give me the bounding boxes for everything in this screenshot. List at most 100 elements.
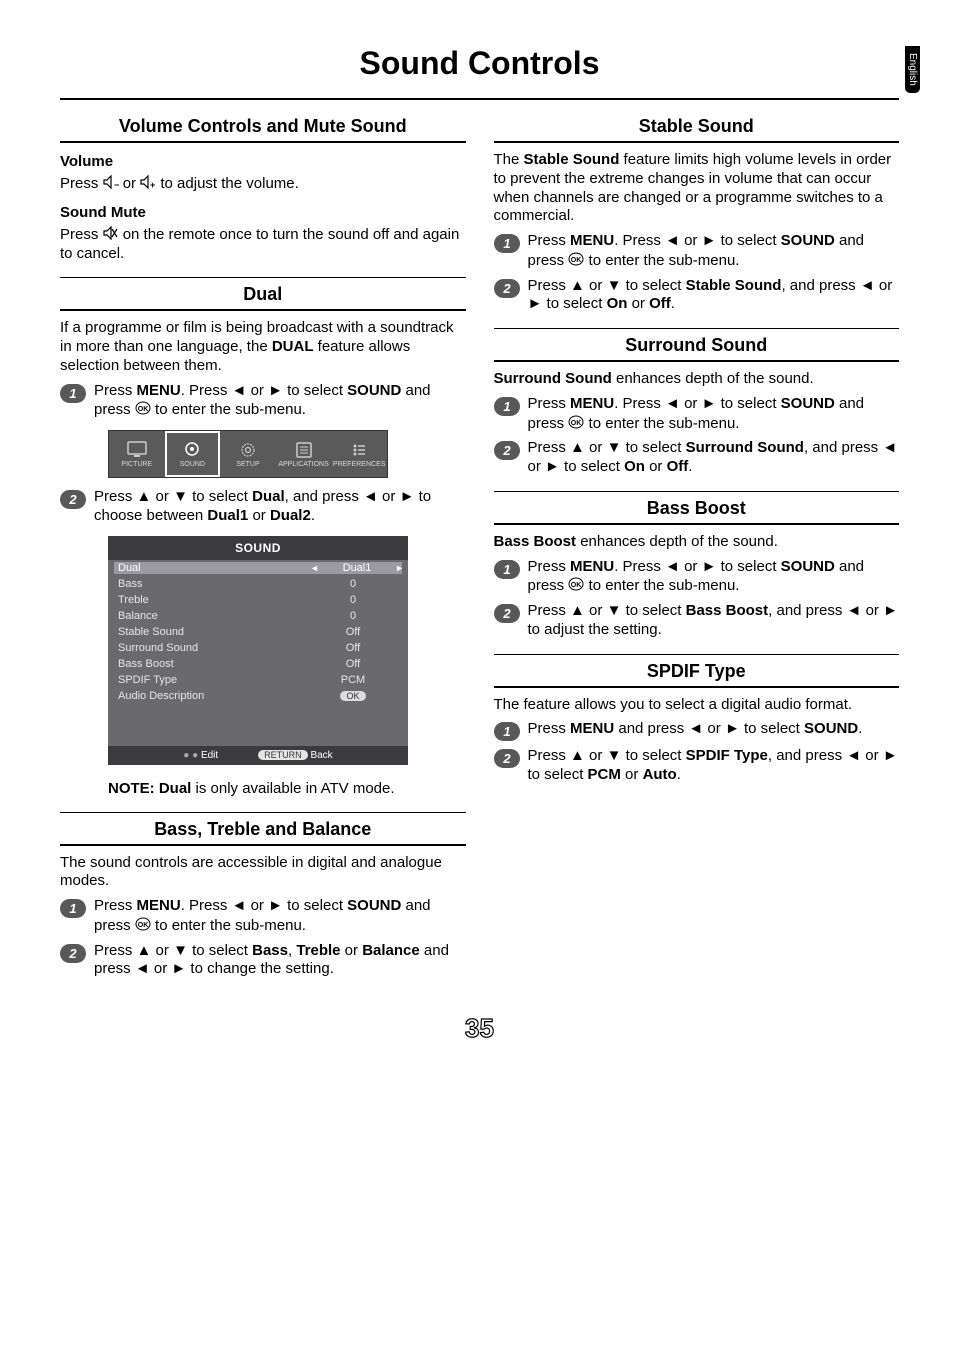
right-arrow-icon: ►: [702, 558, 717, 575]
t: Off: [308, 642, 398, 654]
step-number-icon: 1: [494, 397, 520, 416]
t: to enter the sub-menu.: [584, 577, 739, 594]
t: .: [688, 458, 692, 475]
t: to select: [621, 602, 685, 619]
right-arrow-icon: ►: [883, 747, 898, 764]
stable-intro: The Stable Sound feature limits high vol…: [494, 151, 900, 226]
menu-icon-preferences: PREFERENCES: [331, 431, 387, 477]
t: Press: [528, 747, 571, 764]
t: to select: [560, 458, 624, 475]
t: Press: [94, 897, 137, 914]
left-arrow-icon: ◄: [860, 277, 875, 294]
t: and press: [614, 720, 688, 737]
section-title-volume-mute: Volume Controls and Mute Sound: [60, 116, 466, 137]
t: Dual: [114, 562, 312, 574]
spdif-intro: The feature allows you to select a digit…: [494, 696, 900, 715]
t: Press: [94, 488, 137, 505]
t: to select: [542, 295, 606, 312]
t: or: [680, 232, 702, 249]
t: Off: [649, 295, 671, 312]
t: SOUND: [781, 395, 835, 412]
left-arrow-icon: ◄: [665, 395, 680, 412]
t: Off: [308, 658, 398, 670]
t: on the remote once to turn the sound off…: [60, 226, 459, 262]
dual-note: NOTE: Dual is only available in ATV mode…: [108, 780, 466, 797]
ok-icon: OK: [568, 252, 584, 266]
stable-step-1: 1 Press MENU. Press ◄ or ► to select SOU…: [494, 232, 900, 271]
menu-icon-sound: SOUND: [165, 431, 221, 477]
up-arrow-icon: ▲: [570, 277, 585, 294]
btb-step-2: 2 Press ▲ or ▼ to select Bass, Treble or…: [60, 942, 466, 980]
btb-step-1: 1 Press MENU. Press ◄ or ► to select SOU…: [60, 897, 466, 936]
t: Balance: [118, 610, 308, 622]
return-pill: RETURN: [258, 750, 308, 760]
menu-icon-picture: PICTURE: [109, 431, 165, 477]
svg-text:2: 2: [502, 281, 511, 296]
t: or: [528, 458, 546, 475]
t: or: [645, 458, 667, 475]
t: Press: [94, 382, 137, 399]
title-rule: [60, 98, 899, 100]
t: or: [151, 488, 173, 505]
t: or: [861, 747, 883, 764]
t: SOUND: [180, 461, 205, 468]
section-title-stable: Stable Sound: [494, 116, 900, 137]
up-arrow-icon: ▲: [570, 602, 585, 619]
dual-intro: If a programme or film is being broadcas…: [60, 319, 466, 375]
t: MENU: [570, 232, 614, 249]
down-arrow-icon: ▼: [173, 942, 188, 959]
section-rule: [494, 360, 900, 362]
sound-menu-panel: SOUND Dual ◄Dual1► Bass0 Treble0 Balance…: [108, 536, 408, 765]
left-arrow-icon: ◄: [688, 720, 703, 737]
up-arrow-icon: ▲: [137, 488, 152, 505]
t: Press: [528, 558, 571, 575]
down-arrow-icon: ▼: [607, 602, 622, 619]
t: or: [248, 507, 270, 524]
t: ● ●: [183, 750, 201, 761]
t: OK: [308, 690, 398, 702]
t: is only available in ATV mode.: [191, 780, 394, 797]
left-arrow-icon: ◄: [232, 897, 247, 914]
t: , and press: [768, 747, 846, 764]
section-rule: [494, 523, 900, 525]
right-arrow-icon: ►: [725, 720, 740, 737]
ok-pill: OK: [340, 691, 365, 701]
ok-icon: OK: [568, 577, 584, 591]
panel-row: Surround SoundOff: [108, 640, 408, 656]
t: SOUND: [347, 897, 401, 914]
right-arrow-icon: ►: [395, 563, 404, 573]
down-arrow-icon: ▼: [173, 488, 188, 505]
volume-down-icon: −: [103, 175, 119, 189]
thin-rule: [494, 654, 900, 655]
panel-row: Audio DescriptionOK: [108, 688, 408, 704]
t: or: [703, 720, 725, 737]
t: SPDIF Type: [686, 747, 768, 764]
left-arrow-icon: ◄: [135, 960, 150, 977]
t: 0: [308, 610, 398, 622]
down-arrow-icon: ▼: [607, 439, 622, 456]
t: Dual: [159, 780, 192, 797]
t: . Press: [614, 395, 665, 412]
t: to select: [621, 439, 685, 456]
t: DUAL: [272, 338, 314, 355]
t: to select: [283, 897, 347, 914]
t: PCM: [588, 766, 621, 783]
section-title-bassboost: Bass Boost: [494, 498, 900, 519]
t: Dual1: [207, 507, 248, 524]
t: .: [677, 766, 681, 783]
right-arrow-icon: ►: [702, 395, 717, 412]
t: or: [341, 942, 363, 959]
volume-body: Press − or + to adjust the volume.: [60, 174, 466, 194]
t: or: [861, 602, 883, 619]
down-arrow-icon: ▼: [607, 277, 622, 294]
t: to select: [621, 277, 685, 294]
svg-text:2: 2: [502, 443, 511, 458]
btb-step-2-text: Press ▲ or ▼ to select Bass, Treble or B…: [94, 942, 466, 980]
right-arrow-icon: ►: [268, 897, 283, 914]
thin-rule: [494, 491, 900, 492]
step-number-icon: 2: [494, 749, 520, 768]
right-arrow-icon: ►: [400, 488, 415, 505]
bassboost-step-1-text: Press MENU. Press ◄ or ► to select SOUND…: [528, 558, 900, 597]
t: to enter the sub-menu.: [584, 252, 739, 269]
btb-intro: The sound controls are accessible in dig…: [60, 854, 466, 892]
